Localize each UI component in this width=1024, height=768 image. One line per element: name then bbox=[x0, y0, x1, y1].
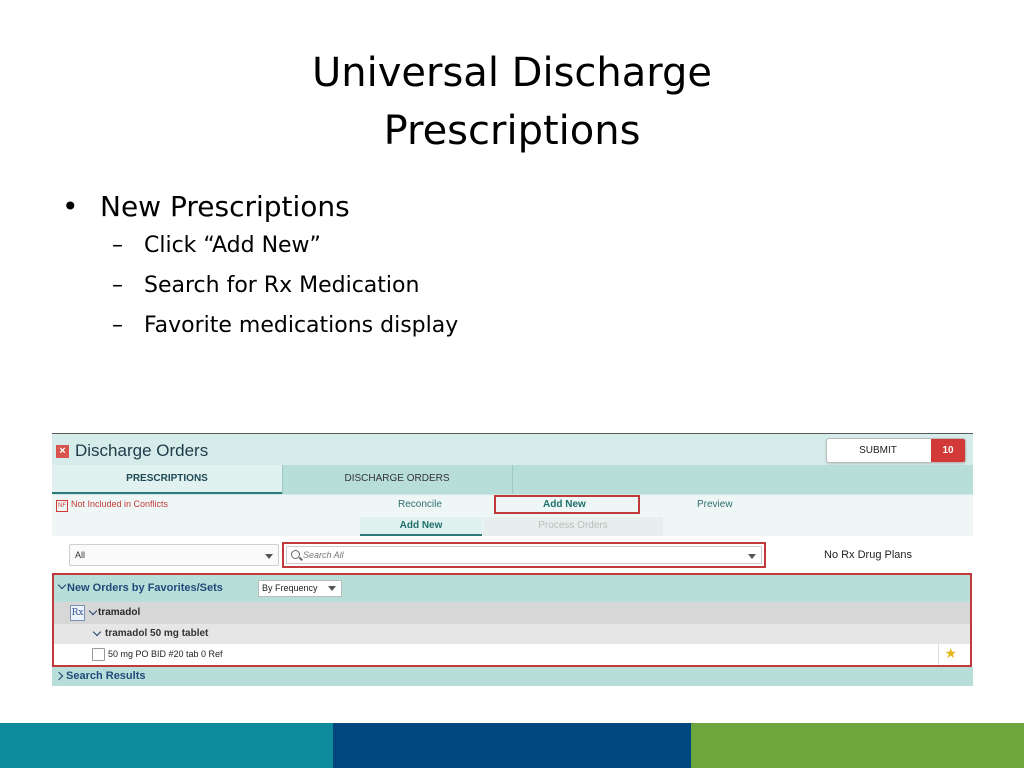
subtab-add-new[interactable]: Add New bbox=[360, 517, 482, 536]
search-icon bbox=[291, 550, 300, 559]
dash-icon: – bbox=[112, 313, 123, 338]
sub-bullet-3: – Favorite medications display bbox=[62, 306, 458, 346]
bullet-text: New Prescriptions bbox=[100, 190, 350, 223]
tab-bar: PRESCRIPTIONS DISCHARGE ORDERS bbox=[52, 465, 973, 494]
conflicts-note: Not Included in Conflicts bbox=[71, 499, 169, 509]
sub-bullet-text: Favorite medications display bbox=[144, 313, 459, 338]
chevron-right-icon bbox=[54, 671, 64, 681]
submit-count-badge: 10 bbox=[931, 439, 965, 462]
bullet-dot-icon: • bbox=[62, 190, 79, 223]
dash-icon: – bbox=[112, 273, 123, 298]
tab-prescriptions[interactable]: PRESCRIPTIONS bbox=[52, 465, 282, 494]
footer-band-green bbox=[691, 723, 1024, 768]
bullet-new-prescriptions: • New Prescriptions bbox=[62, 188, 458, 226]
medication-search-input[interactable]: Search All bbox=[286, 546, 762, 564]
search-results-title: Search Results bbox=[66, 670, 146, 682]
tab-divider bbox=[512, 465, 513, 494]
favorites-highlight bbox=[52, 573, 972, 667]
type-filter-value: All bbox=[75, 550, 86, 560]
add-new-highlight bbox=[494, 495, 640, 514]
search-results-header[interactable]: Search Results bbox=[52, 667, 973, 686]
slide-title-line-1: Universal Discharge bbox=[312, 50, 712, 96]
search-placeholder: Search All bbox=[303, 550, 344, 560]
subtab-process-orders: Process Orders bbox=[483, 517, 663, 536]
close-icon[interactable]: × bbox=[56, 445, 69, 458]
caret-down-icon[interactable] bbox=[748, 554, 756, 559]
sub-bullet-text: Search for Rx Medication bbox=[144, 273, 420, 298]
preview-link[interactable]: Preview bbox=[697, 499, 733, 510]
dash-icon: – bbox=[112, 233, 123, 258]
submit-button[interactable]: SUBMIT 10 bbox=[826, 438, 966, 463]
caret-down-icon bbox=[265, 554, 273, 559]
slide-title: Universal Discharge Prescriptions bbox=[0, 44, 1024, 160]
filter-row: All Search All No Rx Drug Plans bbox=[52, 537, 973, 573]
tab-discharge-orders[interactable]: DISCHARGE ORDERS bbox=[283, 465, 511, 494]
drug-plans-status: No Rx Drug Plans bbox=[824, 549, 913, 561]
panel-header: × Discharge Orders SUBMIT 10 bbox=[52, 434, 973, 465]
discharge-orders-panel: × Discharge Orders SUBMIT 10 PRESCRIPTIO… bbox=[52, 433, 973, 686]
search-highlight: Search All bbox=[282, 542, 766, 568]
sub-bullet-1: – Click “Add New” bbox=[62, 226, 458, 266]
sub-bullet-2: – Search for Rx Medication bbox=[62, 266, 458, 306]
bullet-list: • New Prescriptions – Click “Add New” – … bbox=[62, 188, 458, 346]
type-filter-select[interactable]: All bbox=[69, 544, 279, 566]
panel-title: Discharge Orders bbox=[75, 441, 209, 460]
footer-band-teal bbox=[0, 723, 333, 768]
slide-title-line-2: Prescriptions bbox=[383, 108, 641, 154]
sub-bullet-text: Click “Add New” bbox=[144, 233, 321, 258]
mode-tabs: Add New Process Orders bbox=[52, 517, 973, 536]
not-in-formulary-icon: NF bbox=[56, 500, 68, 512]
footer-band-navy bbox=[333, 723, 691, 768]
submit-label: SUBMIT bbox=[859, 445, 897, 456]
reconcile-link[interactable]: Reconcile bbox=[398, 499, 442, 510]
